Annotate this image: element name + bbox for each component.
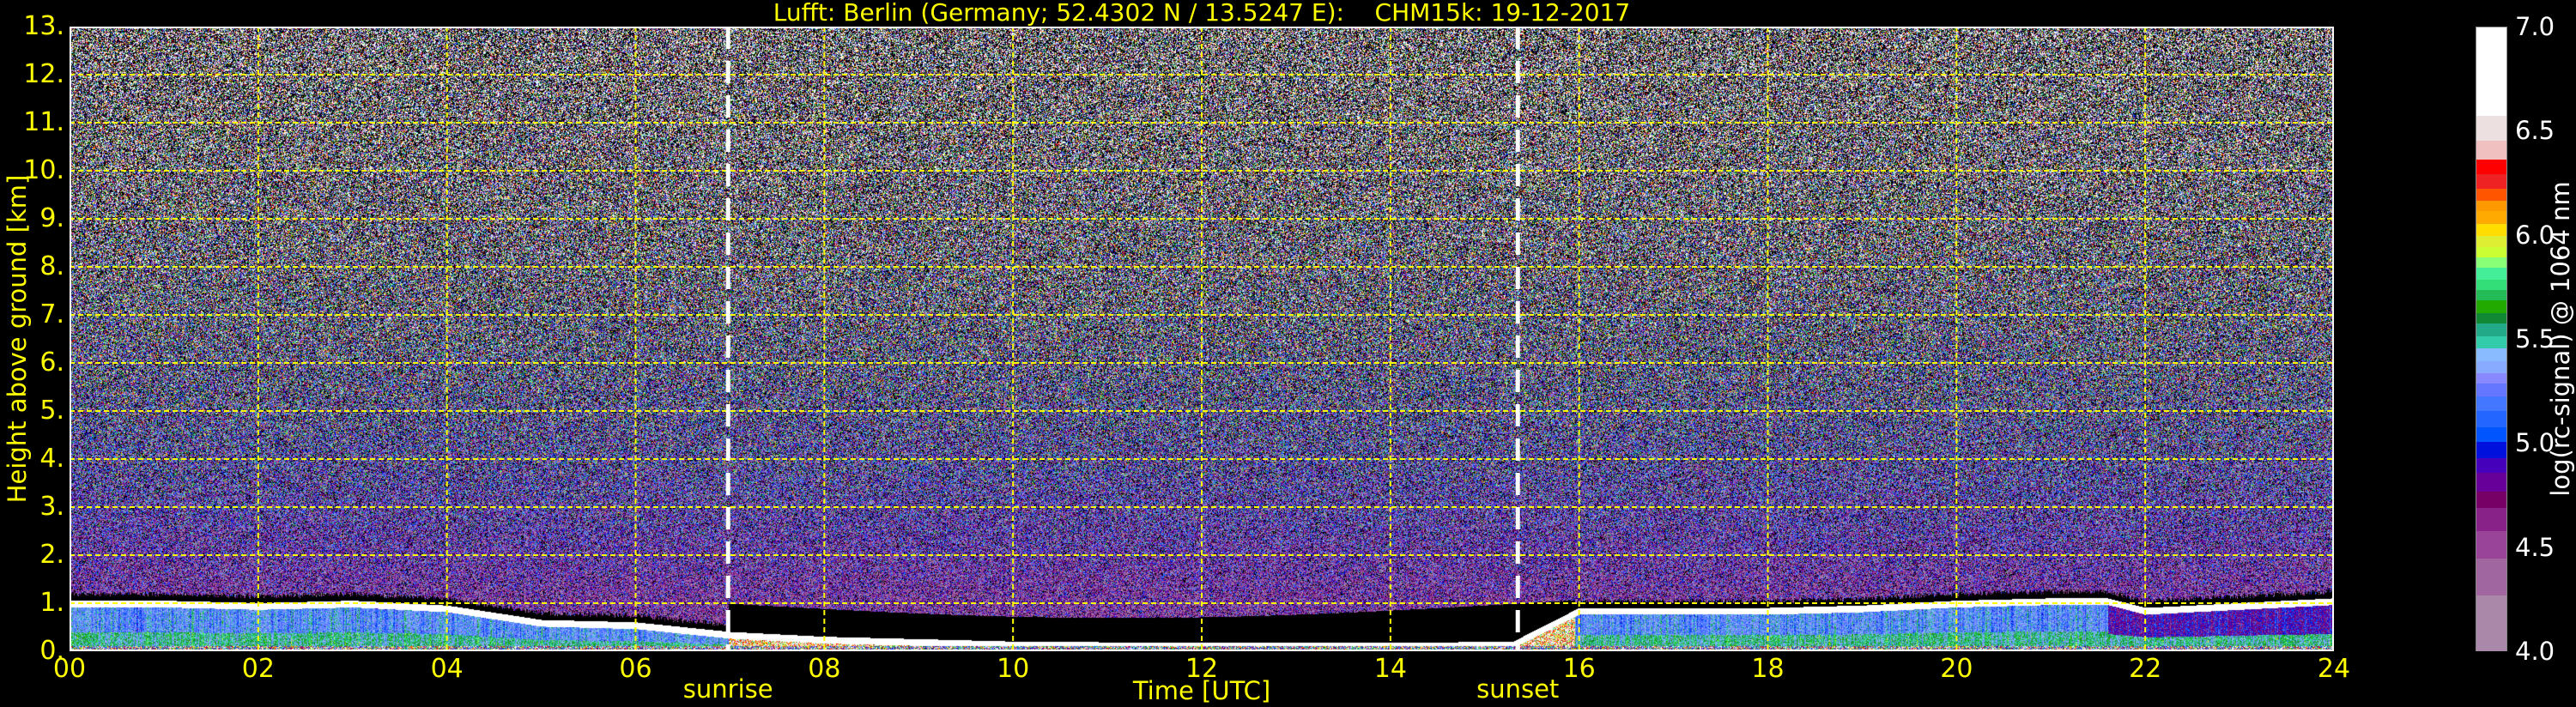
colorbar-segment — [2476, 426, 2506, 443]
x-tick-label: 24 — [2317, 654, 2351, 684]
x-tick-label: 14 — [1373, 654, 1407, 684]
colorbar-segment — [2476, 409, 2506, 428]
colorbar-segment — [2476, 222, 2506, 237]
colorbar-segment — [2476, 557, 2506, 596]
y-tick-label: 7. — [39, 299, 64, 329]
y-tick-label: 8. — [39, 251, 64, 281]
plot-overlay — [70, 27, 2334, 651]
x-tick-label: 16 — [1562, 654, 1596, 684]
y-axis-label: Height above ground [km] — [3, 174, 32, 504]
colorbar-segment — [2476, 209, 2506, 224]
colorbar-segment — [2476, 172, 2506, 189]
colorbar-segment — [2476, 382, 2506, 396]
x-tick-label: 22 — [2129, 654, 2162, 684]
x-tick-label: 20 — [1940, 654, 1973, 684]
x-tick-label: 18 — [1751, 654, 1785, 684]
y-tick-label: 3. — [39, 492, 64, 522]
y-tick-label: 2. — [39, 540, 64, 570]
colorbar-segment — [2476, 139, 2506, 160]
colorbar-segment — [2476, 288, 2506, 301]
colorbar-segment — [2476, 529, 2506, 559]
colorbar-tick-label: 6.5 — [2515, 116, 2555, 146]
plot-area — [70, 27, 2334, 651]
y-tick-label: 13. — [23, 11, 64, 41]
colorbar-segment — [2476, 471, 2506, 492]
colorbar-segment — [2476, 395, 2506, 411]
y-tick-label: 11. — [23, 107, 64, 137]
x-axis-label: Time [UTC] — [1132, 676, 1271, 705]
colorbar-segment — [2476, 245, 2506, 257]
colorbar-segment — [2476, 299, 2506, 313]
colorbar-segment — [2476, 158, 2506, 174]
x-tick-label: 08 — [808, 654, 841, 684]
colorbar-segment — [2476, 311, 2506, 324]
chart-title: Lufft: Berlin (Germany; 52.4302 N / 13.5… — [773, 0, 1631, 27]
colorbar-segment — [2476, 440, 2506, 459]
y-tick-label: 1. — [39, 588, 64, 618]
colorbar-segment — [2476, 256, 2506, 268]
colorbar-segment — [2476, 456, 2506, 474]
colorbar-label: log(rc-signal) @ 1064 nm — [2546, 181, 2575, 497]
colorbar-segment — [2476, 235, 2506, 247]
x-tick-label: 02 — [241, 654, 275, 684]
colorbar-segment — [2476, 507, 2506, 532]
colorbar-segment — [2476, 372, 2506, 384]
colorbar-segment — [2476, 114, 2506, 142]
colorbar-segment — [2476, 335, 2506, 349]
colorbar-segment — [2476, 322, 2506, 336]
colorbar-segment — [2476, 594, 2506, 652]
y-tick-label: 6. — [39, 347, 64, 378]
colorbar-segment — [2476, 347, 2506, 361]
colorbar-tick-label: 4.5 — [2515, 532, 2555, 562]
y-tick-label: 5. — [39, 396, 64, 426]
colorbar — [2476, 27, 2507, 652]
colorbar-segment — [2476, 266, 2506, 281]
y-tick-label: 9. — [39, 203, 64, 233]
colorbar-tick-label: 7.0 — [2515, 12, 2555, 41]
x-tick-label: 10 — [997, 654, 1030, 684]
colorbar-segment — [2476, 199, 2506, 212]
colorbar-tick-label: 4.0 — [2515, 637, 2555, 666]
sunrise-label: sunrise — [682, 674, 773, 704]
colorbar-segment — [2476, 278, 2506, 291]
colorbar-segment — [2476, 490, 2506, 509]
sunset-label: sunset — [1476, 674, 1560, 704]
colorbar-segment — [2476, 360, 2506, 374]
y-tick-label: 4. — [39, 444, 64, 474]
x-tick-label: 06 — [619, 654, 652, 684]
colorbar-segment — [2476, 27, 2506, 117]
x-tick-label: 04 — [430, 654, 464, 684]
y-tick-label: 12. — [23, 59, 64, 89]
colorbar-segment — [2476, 187, 2506, 202]
x-tick-label: 00 — [52, 654, 87, 684]
